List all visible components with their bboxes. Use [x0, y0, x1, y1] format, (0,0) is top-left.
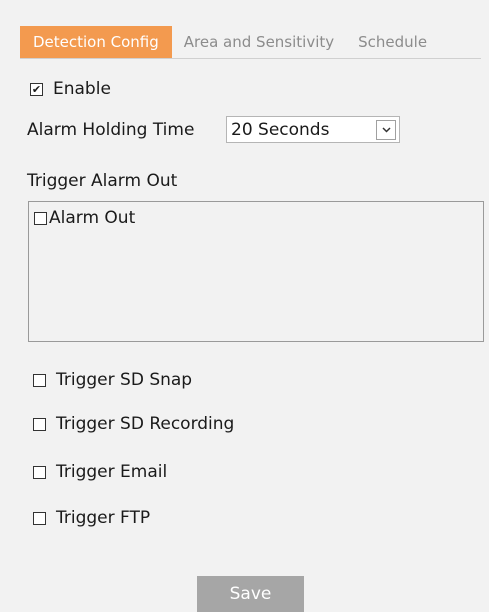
trigger-email-checkbox[interactable] [33, 465, 46, 479]
tab-area-and-sensitivity[interactable]: Area and Sensitivity [172, 26, 346, 58]
trigger-sd-recording-checkbox[interactable] [33, 417, 46, 431]
trigger-ftp-label: Trigger FTP [56, 508, 151, 528]
trigger-sd-recording-label: Trigger SD Recording [56, 414, 235, 434]
check-icon: ✔ [31, 82, 42, 96]
enable-checkbox[interactable]: ✔ [30, 82, 43, 96]
save-button[interactable]: Save [197, 576, 304, 612]
tab-bar: Detection Config Area and Sensitivity Sc… [20, 26, 439, 58]
tab-detection-config[interactable]: Detection Config [20, 26, 172, 58]
dropdown-button[interactable] [376, 119, 396, 140]
enable-label: Enable [53, 79, 111, 99]
trigger-ftp-row: Trigger FTP [33, 508, 150, 528]
alarm-holding-time-label: Alarm Holding Time [27, 120, 195, 140]
tab-schedule[interactable]: Schedule [346, 26, 439, 58]
trigger-sd-snap-checkbox[interactable] [33, 373, 46, 387]
alarm-out-label: Alarm Out [49, 208, 136, 228]
tab-divider [20, 58, 481, 59]
trigger-alarm-out-row: Trigger Alarm Out [27, 171, 177, 191]
trigger-sd-recording-row: Trigger SD Recording [33, 414, 234, 434]
trigger-email-row: Trigger Email [33, 462, 167, 482]
alarm-out-item: Alarm Out [34, 208, 135, 228]
trigger-email-label: Trigger Email [56, 462, 168, 482]
trigger-sd-snap-label: Trigger SD Snap [56, 370, 193, 390]
trigger-alarm-out-label: Trigger Alarm Out [27, 171, 178, 191]
alarm-holding-time-select[interactable]: 20 Seconds [226, 116, 400, 143]
chevron-down-icon [381, 126, 391, 133]
alarm-holding-time-value: 20 Seconds [231, 119, 330, 140]
alarm-holding-time-row: Alarm Holding Time [27, 120, 194, 140]
trigger-ftp-checkbox[interactable] [33, 511, 46, 525]
trigger-sd-snap-row: Trigger SD Snap [33, 370, 192, 390]
alarm-out-checkbox[interactable] [34, 211, 47, 225]
enable-row: ✔ Enable [30, 79, 111, 99]
alarm-out-list: Alarm Out [28, 201, 484, 342]
